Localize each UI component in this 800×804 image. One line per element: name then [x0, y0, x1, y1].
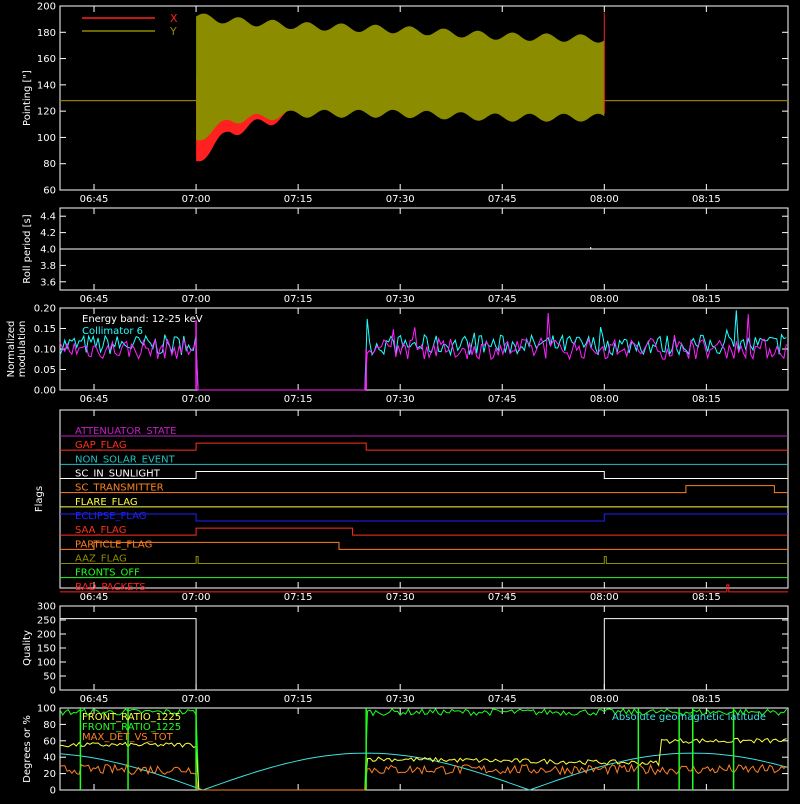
x-tick-label: 08:15 — [692, 694, 721, 705]
legend-label-Y: Y — [169, 25, 177, 38]
y-tick-label: 100 — [37, 133, 56, 144]
x-tick-label: 07:45 — [488, 394, 517, 405]
y-tick-label: 180 — [37, 28, 56, 39]
x-tick-label: 07:00 — [182, 592, 211, 603]
y-tick-label: 0.10 — [34, 345, 56, 356]
x-tick-label: 08:00 — [590, 394, 619, 405]
x-tick-label: 08:00 — [590, 694, 619, 705]
y-axis-label: Flags — [34, 486, 45, 512]
y-tick-label: 100 — [37, 704, 56, 715]
flag-label-flare_flag: FLARE_FLAG — [75, 497, 138, 508]
y-tick-label: 60 — [43, 186, 56, 197]
chart-figure: 06:45 07:00 07:15 07:30 07:45 08:00 08:15 Point… — [0, 0, 800, 800]
flag-label-particle_flag: PARTICLE_FLAG — [75, 539, 152, 550]
x-tick-label: 08:00 — [590, 592, 619, 603]
y-axis-label-line: Normalized — [6, 321, 17, 378]
y-axis-label: Pointing ["] — [22, 70, 33, 126]
flag-label-eclipse_flag: ECLIPSE_FLAG — [75, 511, 146, 522]
x-tick-label: 07:30 — [386, 592, 415, 603]
y-tick-label: 250 — [37, 616, 56, 627]
x-tick-label: 07:45 — [488, 694, 517, 705]
x-tick-label: 07:45 — [488, 294, 517, 305]
flag-label-aaz_flag: AAZ_FLAG — [75, 554, 127, 565]
y-axis-label: Degrees or % — [22, 715, 33, 783]
flag-label-sc_transmitter: SC_TRANSMITTER — [75, 483, 164, 494]
flag-label-gap_flag: GAP_FLAG — [75, 440, 127, 451]
x-tick-label: 07:45 — [488, 592, 517, 603]
x-tick-label: 06:45 — [80, 592, 109, 603]
legend-label-collimator: Collimator 6 — [82, 326, 143, 337]
y-tick-label: 120 — [37, 107, 56, 118]
x-tick-label: 07:00 — [182, 294, 211, 305]
flag-label-sc_in_sunlight: SC_IN_SUNLIGHT — [75, 469, 161, 480]
y-tick-label: 160 — [37, 54, 56, 65]
legend-label-X: X — [170, 12, 178, 25]
y-tick-label: 80 — [43, 720, 56, 731]
x-tick-label: 07:15 — [284, 394, 313, 405]
x-tick-label: 07:00 — [182, 694, 211, 705]
x-tick-label: 07:45 — [488, 194, 517, 205]
flag-label-fronts_off: FRONTS_OFF — [75, 568, 140, 579]
y-tick-label: 300 — [37, 602, 56, 613]
y-tick-label: 40 — [43, 753, 56, 764]
x-tick-label: 08:15 — [692, 194, 721, 205]
x-tick-label: 08:15 — [692, 394, 721, 405]
x-tick-label: 07:30 — [386, 294, 415, 305]
x-tick-label: 06:45 — [80, 194, 109, 205]
x-tick-label: 07:00 — [182, 194, 211, 205]
x-tick-label: 07:00 — [182, 394, 211, 405]
y-axis-label: Quality — [22, 630, 33, 666]
x-tick-label: 08:00 — [590, 194, 619, 205]
y-tick-label: 20 — [43, 769, 56, 780]
y-tick-label: 0 — [50, 786, 56, 797]
x-tick-label: 06:45 — [80, 294, 109, 305]
x-tick-label: 06:45 — [80, 694, 109, 705]
y-tick-label: 50 — [43, 672, 56, 683]
y-tick-label: 4.2 — [40, 228, 56, 239]
flag-label-bad_packets: BAD_PACKETS — [75, 582, 146, 593]
legend-label-geomagnetic-latitude: Absolute geomagnetic latitude — [612, 712, 766, 723]
y-tick-label: 140 — [37, 80, 56, 91]
y-tick-label: 3.6 — [40, 277, 56, 288]
y-axis-label-line: modulation — [17, 321, 28, 378]
annotation-energy-band: Energy band: 12-25 keV — [82, 314, 203, 325]
y-tick-label: 3.8 — [40, 261, 56, 272]
y-tick-label: 150 — [37, 644, 56, 655]
x-tick-label: 07:30 — [386, 194, 415, 205]
x-tick-label: 08:15 — [692, 294, 721, 305]
flag-label-attenuator_state: ATTENUATOR_STATE — [75, 426, 176, 437]
y-tick-label: 200 — [37, 630, 56, 641]
legend-label-max-det: MAX_DET_VS_TOT — [82, 732, 174, 743]
x-tick-label: 07:30 — [386, 394, 415, 405]
y-tick-label: 0.05 — [34, 365, 56, 376]
y-tick-label: 0.15 — [34, 324, 56, 335]
x-tick-label: 08:00 — [590, 294, 619, 305]
y-axis-label: Roll period [s] — [22, 214, 33, 283]
y-tick-label: 0 — [50, 686, 56, 697]
y-tick-label: 4.0 — [40, 245, 56, 256]
flag-label-saa_flag: SAA_FLAG — [75, 525, 126, 536]
y-tick-label: 200 — [37, 2, 56, 13]
y-tick-label: 60 — [43, 736, 56, 747]
x-tick-label: 08:15 — [692, 592, 721, 603]
x-tick-label: 06:45 — [80, 394, 109, 405]
x-tick-label: 07:15 — [284, 592, 313, 603]
flag-label-non_solar_event: NON_SOLAR_EVENT — [75, 454, 176, 465]
y-tick-label: 100 — [37, 658, 56, 669]
y-tick-label: 4.4 — [40, 212, 56, 223]
x-tick-label: 07:15 — [284, 194, 313, 205]
x-tick-label: 07:15 — [284, 294, 313, 305]
y-tick-label: 0.00 — [34, 386, 56, 397]
y-tick-label: 0.20 — [34, 304, 56, 315]
y-tick-label: 80 — [43, 159, 56, 170]
x-tick-label: 07:15 — [284, 694, 313, 705]
x-tick-label: 07:30 — [386, 694, 415, 705]
y-axis-label: Normalizedmodulation — [6, 321, 28, 378]
